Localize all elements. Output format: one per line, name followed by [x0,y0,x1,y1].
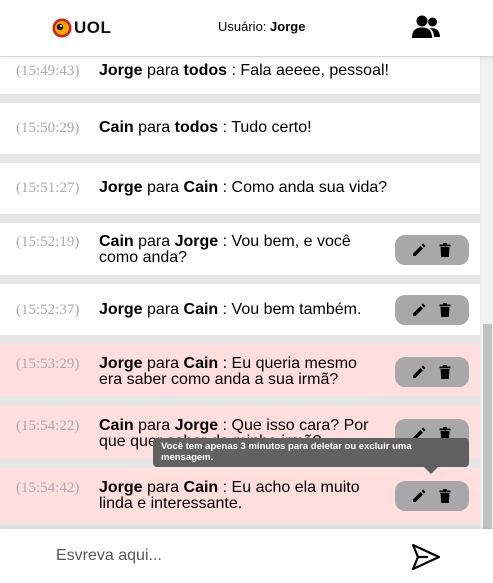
message-body-line2: era saber como anda a sua irmã? [99,371,339,388]
current-user: Usuário: Jorge [218,19,305,34]
message-recipient: Cain [183,179,219,196]
message-recipient: Jorge [174,233,219,250]
people-icon[interactable] [411,14,441,40]
message-connector: para [147,62,180,79]
message-connector: para [147,479,180,496]
message-body-line2: como anda? [99,249,188,266]
message-composer [0,529,493,583]
logo-text: UOL [74,18,112,37]
message-text: Jorge para Cain : Eu acho ela muito lind… [99,480,360,512]
message-time: (15:54:22) [16,418,80,434]
message-sender: Cain [99,233,134,250]
message-separator: : [222,417,228,434]
message-body-line2: linda e interessante. [99,495,243,512]
scrollbar-thumb[interactable] [483,324,492,529]
message-sender: Jorge [99,479,143,496]
message-body: Vou bem, e você [231,233,351,250]
message-body: Tudo certo! [231,119,312,136]
pencil-icon[interactable] [410,241,428,259]
message-separator: : [222,119,228,136]
message-time: (15:52:37) [16,302,80,318]
trash-icon[interactable] [436,301,454,319]
user-prefix: Usuário: [218,19,267,34]
message-separator: : [222,233,228,250]
message-separator: : [222,355,228,372]
message-recipient: Cain [183,479,219,496]
uol-logo: UOL [52,17,111,39]
message-text: Cain para todos : Tudo certo! [99,120,312,136]
message-sender: Jorge [99,62,143,79]
message-connector: para [138,233,171,250]
send-icon[interactable] [411,543,441,571]
message-body: Vou bem também. [231,301,362,318]
message-text: Cain para Jorge : Vou bem, e você como a… [99,234,351,266]
trash-icon[interactable] [436,363,454,381]
message-item: (15:52:37) Jorge para Cain : Vou bem tam… [0,284,480,335]
message-body: Que isso cara? Por [231,417,369,434]
message-recipient: todos [183,62,228,79]
message-recipient: Jorge [174,417,219,434]
message-body: Eu queria mesmo [231,355,357,372]
message-time: (15:50:29) [16,120,80,136]
message-time: (15:54:42) [16,480,80,496]
message-item-private: (15:54:42) Jorge para Cain : Eu acho ela… [0,468,480,522]
message-item: (15:52:19) Cain para Jorge : Vou bem, e … [0,223,480,275]
message-separator: : [231,62,236,79]
message-item: (15:51:27) Jorge para Cain : Como anda s… [0,163,480,214]
message-sender: Jorge [99,179,143,196]
message-sender: Cain [99,119,134,136]
pencil-icon[interactable] [410,363,428,381]
message-text: Jorge para Cain : Eu queria mesmo era sa… [99,356,357,388]
message-separator: : [222,301,228,318]
message-actions [395,357,469,387]
top-bar: UOL Usuário: Jorge [0,0,493,57]
message-body: Fala aeeee, pessoal! [240,62,389,79]
message-sender: Jorge [99,301,143,318]
message-actions [395,481,469,511]
message-sender: Cain [99,417,134,434]
trash-icon[interactable] [436,487,454,505]
uol-logo-icon [52,18,72,38]
message-sender: Jorge [99,355,143,372]
message-actions [395,295,469,325]
message-item: (15:50:29) Cain para todos : Tudo certo! [0,103,480,154]
pencil-icon[interactable] [410,487,428,505]
tooltip-arrow [424,467,438,474]
message-body: Eu acho ela muito [231,479,360,496]
message-item: (15:49:43) Jorge para todos : Fala aeeee… [0,57,480,94]
message-connector: para [147,179,180,196]
message-text: Jorge para Cain : Como anda sua vida? [99,180,387,196]
message-connector: para [138,119,171,136]
message-input[interactable] [40,542,380,570]
message-connector: para [138,417,171,434]
message-connector: para [147,355,180,372]
message-time: (15:51:27) [16,180,80,196]
pencil-icon[interactable] [410,301,428,319]
message-time: (15:52:19) [16,234,80,250]
message-text: Jorge para todos : Fala aeeee, pessoal! [99,63,389,79]
message-item-private: (15:53:29) Jorge para Cain : Eu queria m… [0,344,480,396]
edit-window-tooltip: Você tem apenas 3 minutos para deletar o… [153,438,469,467]
message-time: (15:53:29) [16,356,80,372]
message-recipient: todos [174,119,219,136]
message-time: (15:49:43) [16,63,80,79]
trash-icon[interactable] [436,241,454,259]
message-recipient: Cain [183,355,219,372]
chat-scrollbar[interactable] [480,57,493,529]
message-separator: : [222,179,228,196]
user-name: Jorge [270,19,306,34]
message-separator: : [222,479,228,496]
message-text: Jorge para Cain : Vou bem também. [99,302,361,318]
message-body: Como anda sua vida? [231,179,388,196]
message-recipient: Cain [183,301,219,318]
message-connector: para [147,301,180,318]
message-actions [395,235,469,265]
